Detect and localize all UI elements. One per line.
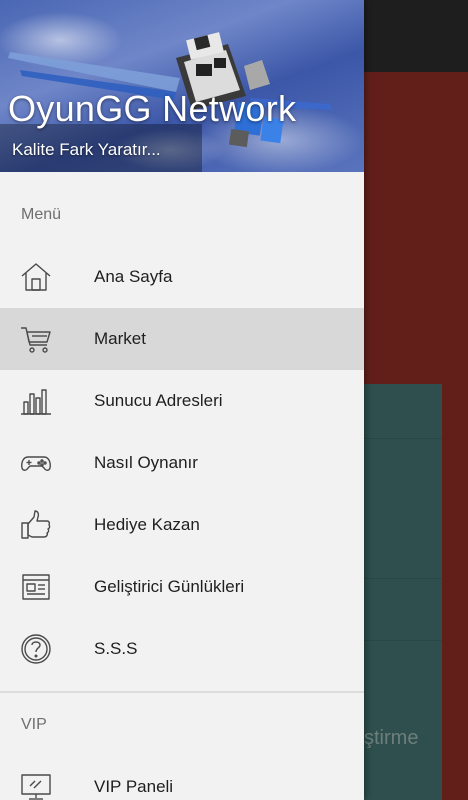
section-label-menu: Menü <box>21 206 62 223</box>
menu-item-dev-logs[interactable]: Geliştirici Günlükleri <box>0 556 364 618</box>
menu-item-label: Hediye Kazan <box>94 515 200 534</box>
drawer-title: OyunGG Network <box>8 88 297 129</box>
menu-item-label: Market <box>94 329 146 348</box>
menu-item-server-addresses[interactable]: Sunucu Adresleri <box>0 370 364 432</box>
menu-item-win-gift[interactable]: Hediye Kazan <box>0 494 364 556</box>
background-card-text: ştirme <box>364 727 419 749</box>
menu-item-faq[interactable]: S.S.S <box>0 618 364 680</box>
menu-item-label: Sunucu Adresleri <box>94 391 223 410</box>
menu-item-label: Nasıl Oynanır <box>94 453 198 472</box>
menu-item-how-to-play[interactable]: Nasıl Oynanır <box>0 432 364 494</box>
menu-divider <box>0 691 364 693</box>
menu-item-label: Geliştirici Günlükleri <box>94 577 245 596</box>
menu-item-label: Ana Sayfa <box>94 267 173 286</box>
menu-item-label: VIP Paneli <box>94 777 174 796</box>
cart-icon <box>20 323 52 355</box>
gamepad-icon <box>20 447 52 479</box>
drawer-header: OyunGG Network Kalite Fark Yaratır... <box>0 0 364 172</box>
menu-item-home[interactable]: Ana Sayfa <box>0 246 364 308</box>
monitor-icon <box>20 771 52 800</box>
menu-item-label: S.S.S <box>94 639 138 658</box>
background-card-divider <box>364 640 442 641</box>
navigation-drawer[interactable]: OyunGG Network Kalite Fark Yaratır... Me… <box>0 0 364 800</box>
newspaper-icon <box>20 571 52 603</box>
menu-item-market[interactable]: Market <box>0 308 364 370</box>
question-icon <box>20 633 52 665</box>
bar-chart-icon <box>20 385 52 417</box>
thumbs-up-icon <box>20 509 52 541</box>
background-card-divider <box>364 438 442 439</box>
drawer-subtitle: Kalite Fark Yaratır... <box>12 140 161 159</box>
section-label-vip: VIP <box>21 716 47 733</box>
home-icon <box>20 261 52 293</box>
background-card-divider <box>364 578 442 579</box>
menu-item-vip-panel[interactable]: VIP Paneli <box>0 756 364 800</box>
